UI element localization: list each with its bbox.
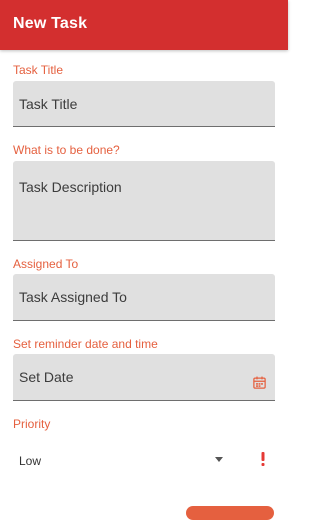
assigned-to-field[interactable] [13,274,275,321]
task-description-field[interactable] [13,161,275,241]
reminder-label: Set reminder date and time [13,337,158,351]
save-task-button[interactable] [186,506,274,520]
task-title-label: Task Title [13,63,64,77]
reminder-date-input[interactable] [13,354,275,400]
exclamation-icon [261,452,265,466]
priority-label: Priority [13,417,51,431]
task-title-field[interactable] [13,81,275,127]
assigned-to-input[interactable] [13,274,275,320]
priority-dropdown[interactable]: Low [13,446,275,474]
app-bar: New Task [0,0,288,50]
dropdown-arrow-icon[interactable] [215,457,223,462]
priority-selected-value: Low [19,454,42,468]
app-title: New Task [13,15,88,32]
reminder-date-field[interactable] [13,354,275,401]
task-description-input[interactable] [13,161,275,240]
task-description-label: What is to be done? [13,143,120,157]
task-title-input[interactable] [13,81,275,126]
calendar-icon[interactable] [252,375,267,390]
assigned-to-label: Assigned To [13,257,79,271]
